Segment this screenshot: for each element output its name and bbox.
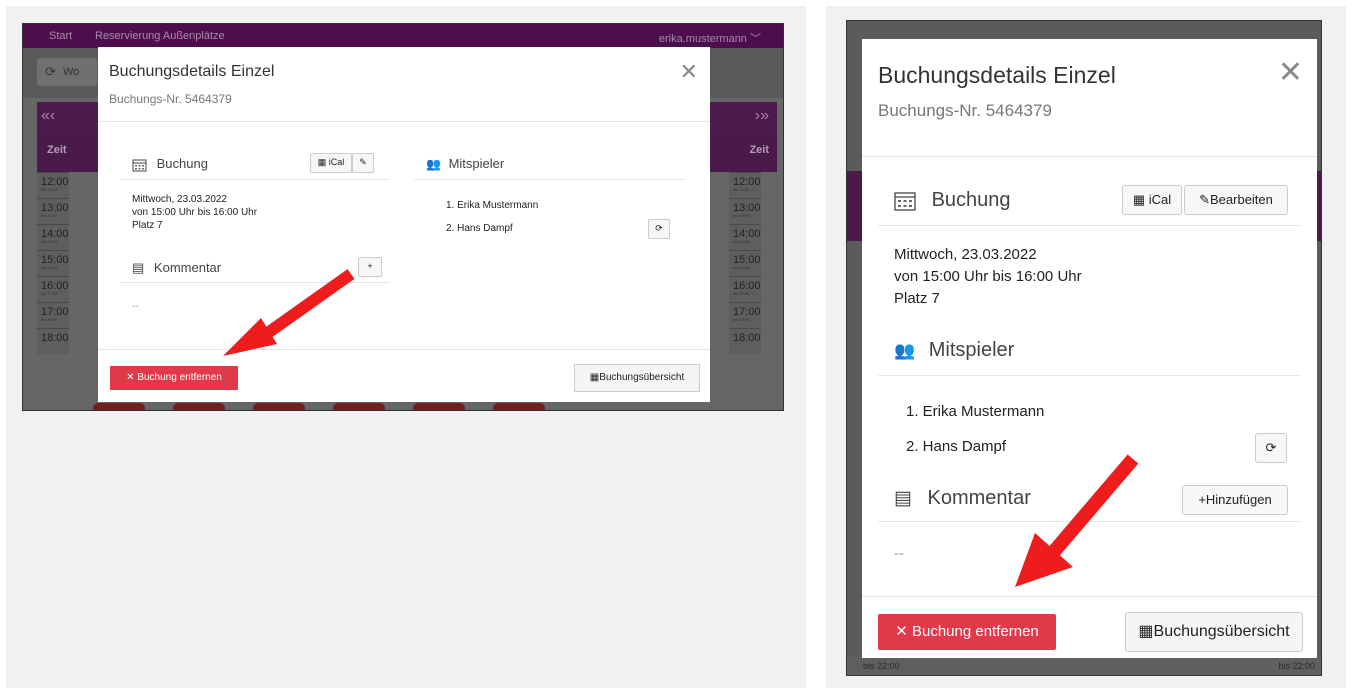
- red-arrow-annotation: [223, 269, 355, 356]
- red-arrow-annotation: [1015, 454, 1139, 587]
- left-screenshot: Start Reservierung Außenplätze erika.mus…: [22, 23, 784, 411]
- right-screenshot: bis 22:00 bis 22:00 Buchungsdetails Einz…: [846, 20, 1322, 676]
